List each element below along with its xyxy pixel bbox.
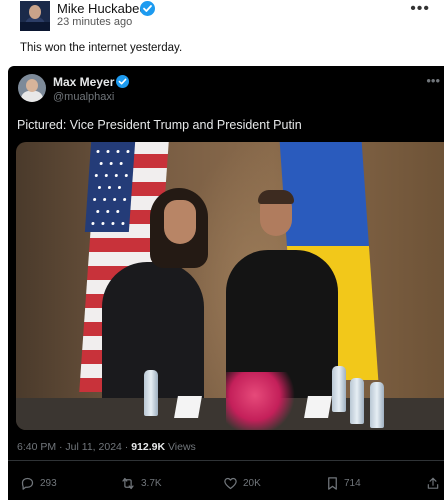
- water-bottle: [350, 378, 364, 424]
- reply-icon: [21, 477, 34, 490]
- embedded-tweet[interactable]: Max Meyer @mualphaxi ••• Pictured: Vice …: [8, 66, 444, 500]
- repost-icon: [122, 477, 134, 490]
- tweet-photo[interactable]: [16, 142, 444, 430]
- views-count: 912.9K: [131, 441, 166, 453]
- repost-count: 3.7K: [141, 478, 162, 489]
- like-count: 20K: [243, 478, 261, 489]
- water-bottle: [370, 382, 384, 428]
- tweet-actions: 293 3.7K 20K 714: [8, 476, 444, 496]
- water-bottle: [332, 366, 346, 412]
- flower-arrangement: [226, 372, 298, 430]
- tweet-time[interactable]: 6:40 PM · Jul 11, 2024 ·: [17, 441, 131, 453]
- us-flag-canton: [84, 142, 136, 232]
- place-card: [174, 396, 202, 418]
- place-card: [304, 396, 332, 418]
- author-name[interactable]: Mike Huckabee: [57, 1, 147, 16]
- tweet-text: Pictured: Vice President Trump and Presi…: [17, 118, 302, 132]
- avatar-face: [26, 79, 38, 92]
- like-button[interactable]: 20K: [223, 476, 261, 491]
- ukraine-flag-blue: [279, 142, 369, 246]
- verified-badge-icon: [116, 75, 129, 88]
- water-bottle: [144, 370, 158, 416]
- share-button[interactable]: [426, 476, 440, 491]
- avatar-shirt: [21, 91, 43, 102]
- reply-button[interactable]: 293: [20, 476, 57, 491]
- outer-post-header: Mike Huckabee 23 minutes ago •••: [0, 0, 444, 36]
- tweet-author-name[interactable]: Max Meyer: [53, 75, 114, 89]
- reply-count: 293: [40, 478, 57, 489]
- avatar-banner: [20, 22, 50, 31]
- bookmark-icon: [328, 477, 337, 490]
- person-right-hair: [258, 190, 294, 204]
- more-options-icon[interactable]: •••: [410, 0, 430, 18]
- tweet-more-icon[interactable]: •••: [426, 73, 440, 88]
- post-text: This won the internet yesterday.: [20, 42, 183, 54]
- repost-button[interactable]: 3.7K: [120, 476, 162, 491]
- bookmark-count: 714: [344, 478, 361, 489]
- bookmark-button[interactable]: 714: [326, 476, 361, 491]
- share-icon: [427, 477, 439, 489]
- avatar[interactable]: [20, 1, 50, 31]
- tweet-handle[interactable]: @mualphaxi: [53, 91, 114, 103]
- post-timestamp: 23 minutes ago: [57, 16, 133, 28]
- views-label: Views: [165, 441, 196, 453]
- avatar-face: [29, 5, 41, 19]
- verified-badge-icon: [140, 1, 155, 16]
- heart-icon: [224, 477, 237, 490]
- divider: [8, 460, 444, 461]
- person-left-face: [164, 200, 196, 244]
- tweet-meta: 6:40 PM · Jul 11, 2024 · 912.9K Views: [17, 441, 196, 453]
- tweet-avatar[interactable]: [18, 74, 46, 102]
